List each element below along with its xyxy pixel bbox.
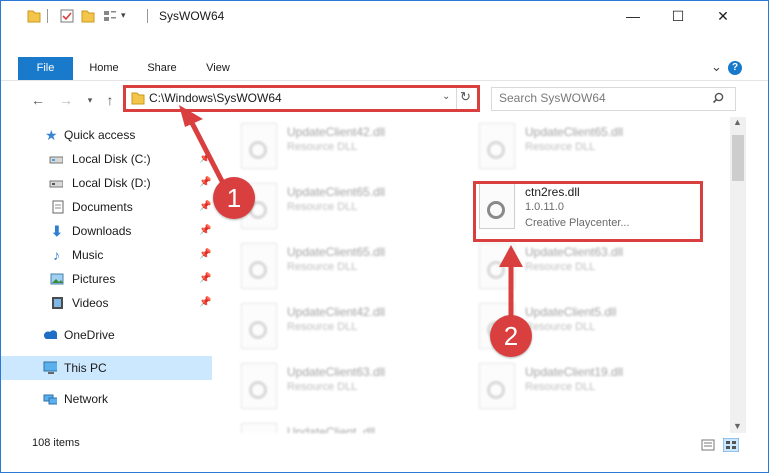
step-badge-2: 2 xyxy=(490,315,532,357)
explorer-window: ▾ SysWOW64 — ☐ ✕ File Home Share View ⌄ … xyxy=(0,0,769,473)
step-badge-1: 1 xyxy=(213,177,255,219)
annotation-arrows xyxy=(179,105,523,321)
arrow-to-address xyxy=(179,105,228,189)
arrow-to-file xyxy=(499,245,523,321)
